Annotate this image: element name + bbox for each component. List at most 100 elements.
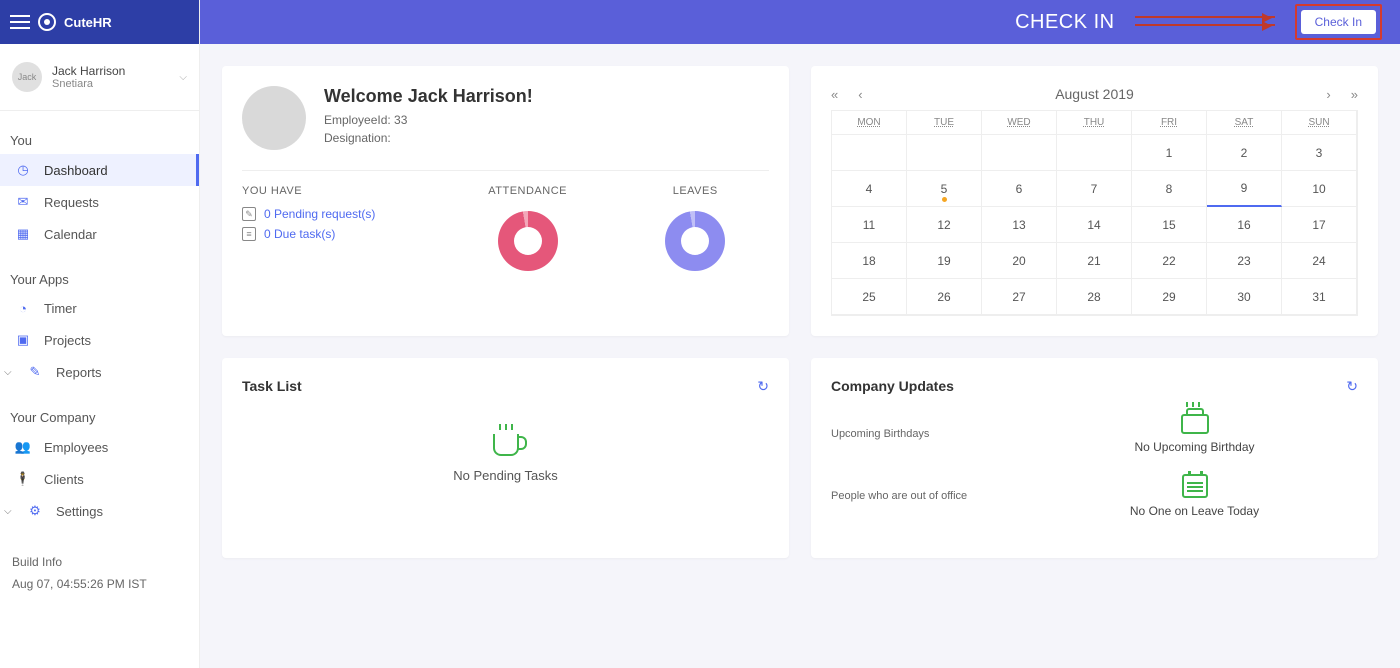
- calendar-day[interactable]: 2: [1207, 135, 1282, 171]
- calendar-day[interactable]: 6: [982, 171, 1057, 207]
- leaves-donut: [665, 211, 725, 271]
- calendar-dow: WED: [982, 111, 1057, 135]
- calendar-day[interactable]: 4: [832, 171, 907, 207]
- sidebar-item-dashboard[interactable]: ◷ Dashboard: [0, 154, 199, 186]
- sidebar-item-label: Employees: [44, 440, 108, 455]
- coffee-cup-icon: [493, 434, 519, 456]
- sidebar-item-label: Dashboard: [44, 163, 108, 178]
- calendar-day[interactable]: 22: [1132, 243, 1207, 279]
- cal-prev-icon[interactable]: ‹: [858, 87, 862, 102]
- calendar-day[interactable]: 12: [907, 207, 982, 243]
- calendar-day[interactable]: 18: [832, 243, 907, 279]
- mail-icon: ✉: [14, 194, 32, 210]
- calendar-day[interactable]: 28: [1057, 279, 1132, 315]
- calendar-day[interactable]: 19: [907, 243, 982, 279]
- calendar-day[interactable]: 21: [1057, 243, 1132, 279]
- sidebar-item-label: Timer: [44, 301, 77, 316]
- attendance-title: ATTENDANCE: [454, 185, 602, 197]
- user-org: Snetiara: [52, 78, 169, 90]
- cal-last-icon[interactable]: »: [1351, 87, 1358, 102]
- sidebar-item-employees[interactable]: 👥 Employees: [0, 431, 199, 463]
- list-icon: ≡: [242, 227, 256, 241]
- welcome-greeting: Welcome Jack Harrison!: [324, 86, 533, 107]
- calendar-day[interactable]: 30: [1207, 279, 1282, 315]
- calendar-day[interactable]: 9: [1207, 171, 1282, 207]
- calendar-day[interactable]: 17: [1282, 207, 1357, 243]
- calendar-day[interactable]: 29: [1132, 279, 1207, 315]
- designation: Designation:: [324, 129, 533, 147]
- due-tasks-link[interactable]: ≡ 0 Due task(s): [242, 227, 434, 241]
- cake-icon: [1181, 414, 1209, 434]
- menu-icon[interactable]: [10, 15, 30, 29]
- calendar-day[interactable]: 26: [907, 279, 982, 315]
- calendar-day[interactable]: 25: [832, 279, 907, 315]
- user-row[interactable]: Jack Jack Harrison Snetiara ⌵: [0, 44, 199, 111]
- brand-logo-icon: [38, 13, 56, 31]
- refresh-icon[interactable]: ↻: [757, 378, 769, 395]
- calendar-cell-empty: [1057, 135, 1132, 171]
- calendar-day[interactable]: 13: [982, 207, 1057, 243]
- refresh-icon[interactable]: ↻: [1346, 378, 1358, 395]
- calendar-day[interactable]: 24: [1282, 243, 1357, 279]
- welcome-card: Welcome Jack Harrison! EmployeeId: 33 De…: [222, 66, 789, 336]
- sidebar-item-requests[interactable]: ✉ Requests: [0, 186, 199, 218]
- cal-first-icon[interactable]: «: [831, 87, 838, 102]
- calendar-day[interactable]: 10: [1282, 171, 1357, 207]
- dashboard-icon: ◷: [14, 162, 32, 178]
- avatar-large: [242, 86, 306, 150]
- sidebar-item-timer[interactable]: ◔ Timer: [0, 293, 199, 324]
- calendar-day[interactable]: 20: [982, 243, 1057, 279]
- chevron-down-icon: ⌵: [179, 72, 187, 83]
- sidebar: CuteHR Jack Jack Harrison Snetiara ⌵ You…: [0, 0, 200, 668]
- sidebar-item-clients[interactable]: 🕴 Clients: [0, 463, 199, 495]
- checkin-title: CHECK IN: [1015, 11, 1115, 34]
- task-list-card: ↻ Task List No Pending Tasks: [222, 358, 789, 558]
- calendar-day[interactable]: 8: [1132, 171, 1207, 207]
- nav-group-company: Your Company: [0, 404, 199, 431]
- cal-next-icon[interactable]: ›: [1326, 87, 1330, 102]
- calendar-dow: SUN: [1282, 111, 1357, 135]
- sidebar-item-label: Projects: [44, 333, 91, 348]
- build-title: Build Info: [12, 555, 187, 569]
- calendar-cell-empty: [907, 135, 982, 171]
- calendar-dow: MON: [832, 111, 907, 135]
- calendar-card: « ‹ August 2019 › » MONTUEWEDTHUFRISATSU…: [811, 66, 1378, 336]
- annotation-arrows: [1135, 12, 1275, 32]
- checkin-button[interactable]: Check In: [1301, 10, 1376, 34]
- calendar-day[interactable]: 23: [1207, 243, 1282, 279]
- sidebar-item-reports[interactable]: ⌵ ✎ Reports: [0, 356, 199, 388]
- calendar-day[interactable]: 1: [1132, 135, 1207, 171]
- person-icon: 🕴: [14, 471, 32, 487]
- calendar-day[interactable]: 7: [1057, 171, 1132, 207]
- sidebar-item-label: Settings: [56, 504, 103, 519]
- sidebar-item-settings[interactable]: ⌵ ⚙ Settings: [0, 495, 199, 527]
- calendar-day[interactable]: 5: [907, 171, 982, 207]
- calendar-day[interactable]: 14: [1057, 207, 1132, 243]
- calendar-month: August 2019: [1055, 86, 1134, 102]
- sidebar-item-calendar[interactable]: ▦ Calendar: [0, 218, 199, 250]
- build-stamp: Aug 07, 04:55:26 PM IST: [12, 577, 187, 591]
- calendar-day[interactable]: 3: [1282, 135, 1357, 171]
- calendar-day[interactable]: 31: [1282, 279, 1357, 315]
- calendar-day[interactable]: 15: [1132, 207, 1207, 243]
- sidebar-item-projects[interactable]: ▣ Projects: [0, 324, 199, 356]
- reports-icon: ✎: [26, 364, 44, 380]
- sidebar-item-label: Requests: [44, 195, 99, 210]
- nav-group-apps: Your Apps: [0, 266, 199, 293]
- edit-icon: ✎: [242, 207, 256, 221]
- grid-icon: ▣: [14, 332, 32, 348]
- pending-requests-label: 0 Pending request(s): [264, 207, 375, 221]
- company-updates-card: ↻ Company Updates Upcoming Birthdays No …: [811, 358, 1378, 558]
- sidebar-item-label: Clients: [44, 472, 84, 487]
- company-updates-title: Company Updates: [831, 378, 1358, 394]
- leaves-title: LEAVES: [621, 185, 769, 197]
- calendar-day[interactable]: 16: [1207, 207, 1282, 243]
- calendar-day[interactable]: 27: [982, 279, 1057, 315]
- calendar-day[interactable]: 11: [832, 207, 907, 243]
- task-list-empty: No Pending Tasks: [242, 468, 769, 483]
- ooo-label: People who are out of office: [831, 490, 1011, 502]
- task-list-title: Task List: [242, 378, 769, 394]
- calendar-grid: MONTUEWEDTHUFRISATSUN1234567891011121314…: [831, 110, 1358, 316]
- pending-requests-link[interactable]: ✎ 0 Pending request(s): [242, 207, 434, 221]
- sidebar-item-label: Reports: [56, 365, 102, 380]
